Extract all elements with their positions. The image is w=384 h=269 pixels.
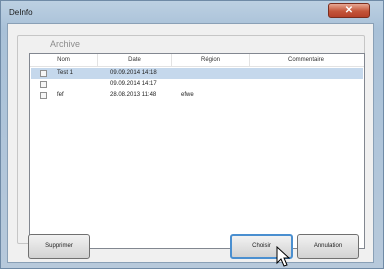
row-date: 28.08.2013 11:48 xyxy=(110,92,157,98)
title-bar[interactable]: DeInfo ✕ xyxy=(1,1,383,23)
row-date: 09.09.2014 14:17 xyxy=(110,81,157,87)
cancel-button[interactable]: Annulation xyxy=(297,234,359,259)
column-header-date[interactable]: Date xyxy=(98,54,172,66)
row-checkbox[interactable] xyxy=(40,81,47,88)
mouse-pointer-icon xyxy=(276,246,290,267)
row-nom: fef xyxy=(57,92,64,98)
table-row[interactable]: Test 1 09.09.2014 14:18 xyxy=(31,68,363,79)
archive-group-label: Archive xyxy=(45,39,86,49)
column-header-commentaire[interactable]: Commentaire xyxy=(250,54,362,66)
delete-button[interactable]: Supprimer xyxy=(28,234,90,259)
column-header-nom[interactable]: Nom xyxy=(30,54,98,66)
row-nom: Test 1 xyxy=(57,70,74,76)
close-icon: ✕ xyxy=(344,5,354,16)
row-date: 09.09.2014 14:18 xyxy=(110,70,157,76)
window-title: DeInfo xyxy=(9,8,33,17)
table-row[interactable]: 09.09.2014 14:17 xyxy=(31,79,363,90)
dialog-window: DeInfo ✕ Archive Nom Date Région Comment… xyxy=(0,0,384,269)
list-header: Nom Date Région Commentaire xyxy=(30,54,364,67)
table-row[interactable]: fef 28.08.2013 11:48 efwe xyxy=(31,90,363,101)
archive-list[interactable]: Nom Date Région Commentaire Test 1 09.09… xyxy=(29,53,365,249)
dialog-content: Archive Nom Date Région Commentaire Test… xyxy=(7,23,374,263)
row-checkbox[interactable] xyxy=(40,92,47,99)
row-region: efwe xyxy=(181,92,194,98)
close-button[interactable]: ✕ xyxy=(328,3,370,18)
column-header-region[interactable]: Région xyxy=(172,54,250,66)
row-checkbox[interactable] xyxy=(40,70,47,77)
